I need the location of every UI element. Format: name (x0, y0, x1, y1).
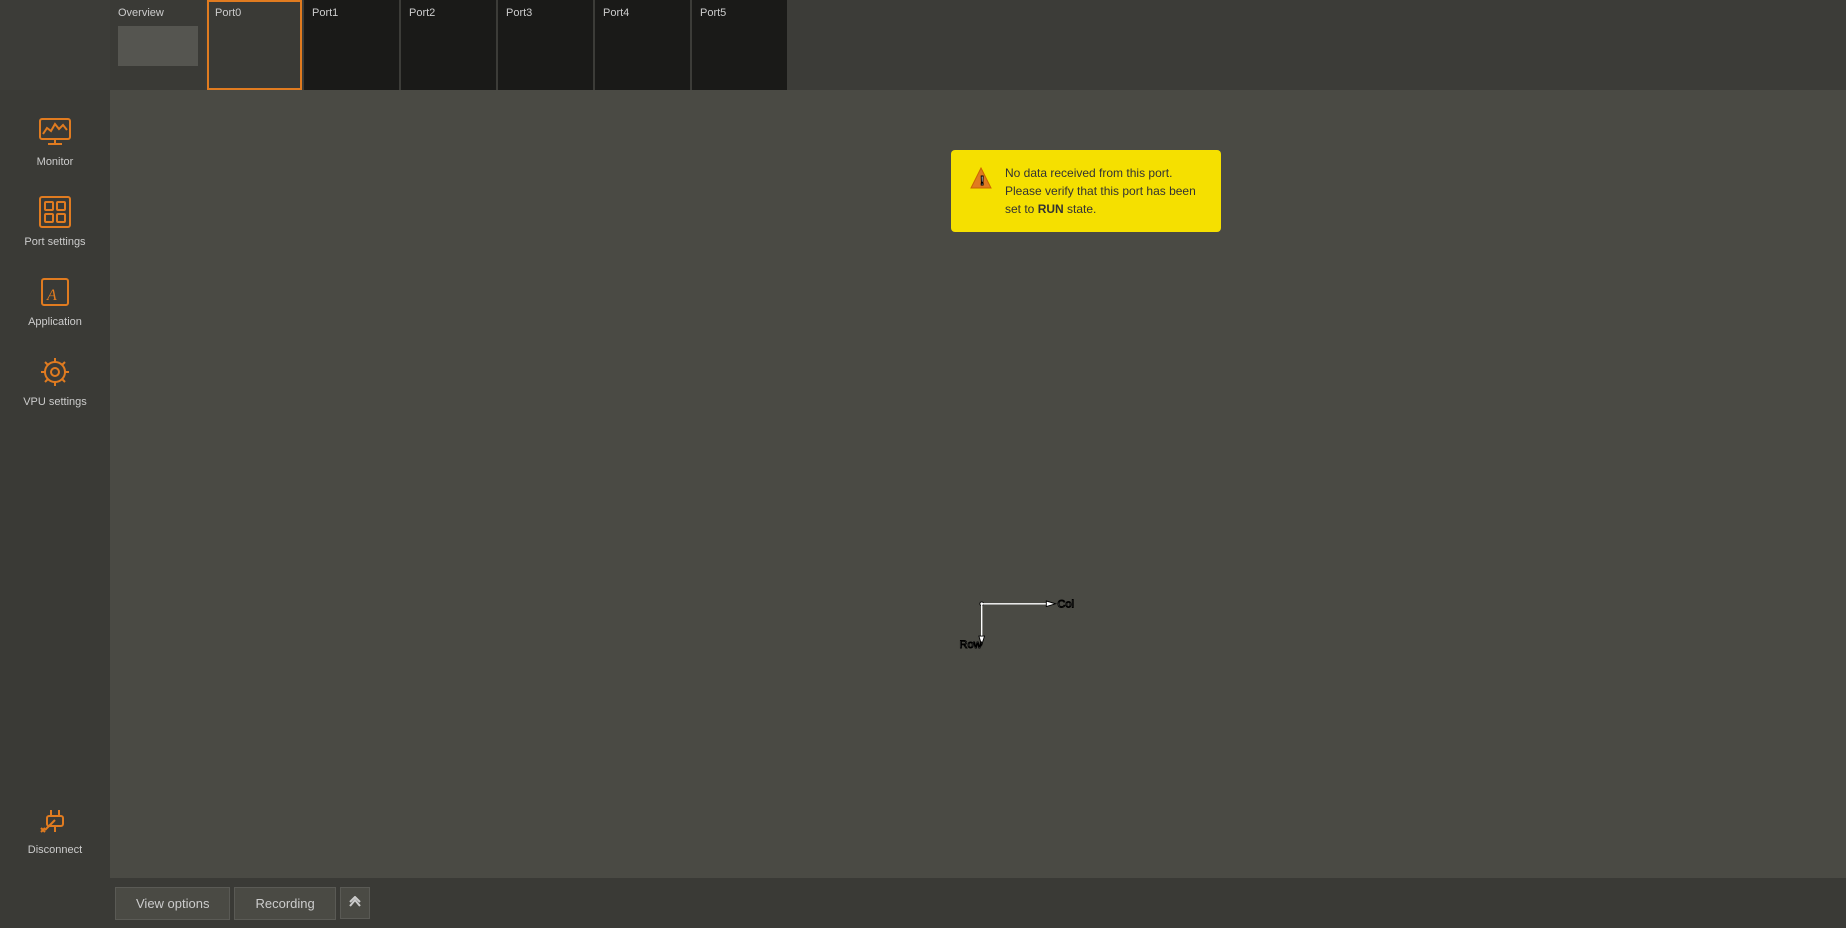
warning-text: No data received from this port. Please … (1005, 164, 1203, 218)
warning-box: ! No data received from this port. Pleas… (951, 150, 1221, 232)
view-options-button[interactable]: View options (115, 887, 230, 920)
svg-text:A: A (46, 287, 57, 304)
sidebar-bottom: Disconnect (0, 788, 110, 878)
sidebar-item-disconnect[interactable]: Disconnect (0, 788, 110, 868)
tab-port4-label: Port4 (603, 7, 629, 19)
tab-overview[interactable]: Overview (110, 0, 205, 90)
expand-bottom-chevron[interactable] (340, 887, 370, 919)
vpu-settings-icon (35, 352, 75, 392)
recording-label: Recording (255, 896, 314, 911)
tab-port4[interactable]: Port4 (595, 0, 690, 90)
svg-text:!: ! (980, 173, 984, 188)
tab-port5[interactable]: Port5 (692, 0, 787, 90)
tab-port3[interactable]: Port3 (498, 0, 593, 90)
app-container: Overview Port0 Port1 Port2 Port3 Port4 P… (0, 0, 1846, 928)
application-icon: A (35, 272, 75, 312)
sidebar-item-monitor-label: Monitor (37, 156, 74, 168)
recording-button[interactable]: Recording (234, 887, 335, 920)
bottom-bar: View options Recording (0, 878, 1846, 928)
tabs-bar: Overview Port0 Port1 Port2 Port3 Port4 P… (0, 0, 1846, 90)
sidebar-item-port-settings-label: Port settings (24, 236, 85, 248)
sidebar: Monitor Port settings (0, 90, 110, 878)
disconnect-icon (35, 800, 75, 840)
sidebar-item-application-label: Application (28, 316, 82, 328)
sidebar-item-disconnect-label: Disconnect (28, 844, 82, 856)
sidebar-item-monitor[interactable]: Monitor (0, 100, 110, 180)
sidebar-item-application[interactable]: A Application (0, 260, 110, 340)
tab-overview-label: Overview (118, 7, 164, 19)
port-settings-icon (35, 192, 75, 232)
warning-icon: ! (969, 166, 993, 190)
warning-body: Please verify that this port has been se… (1005, 184, 1196, 216)
axis-diagram: Column Row (954, 573, 1074, 658)
view-options-label: View options (136, 896, 209, 911)
monitor-icon (35, 112, 75, 152)
content-area: Monitor Port settings (0, 90, 1846, 878)
warning-title: No data received from this port. (1005, 166, 1172, 180)
tab-port0[interactable]: Port0 (207, 0, 302, 90)
tab-port2-label: Port2 (409, 7, 435, 19)
tab-port1[interactable]: Port1 (304, 0, 399, 90)
column-label: Column (1057, 598, 1074, 610)
main-viewport: ! No data received from this port. Pleas… (110, 90, 1846, 878)
row-label: Row (960, 639, 983, 651)
tab-overview-thumb (118, 26, 198, 66)
sidebar-item-vpu-settings[interactable]: VPU settings (0, 340, 110, 420)
tab-port0-label: Port0 (215, 7, 241, 19)
sidebar-item-port-settings[interactable]: Port settings (0, 180, 110, 260)
tab-port3-label: Port3 (506, 7, 532, 19)
tab-port2[interactable]: Port2 (401, 0, 496, 90)
sidebar-item-vpu-settings-label: VPU settings (23, 396, 87, 408)
tab-port1-label: Port1 (312, 7, 338, 19)
tab-port5-label: Port5 (700, 7, 726, 19)
